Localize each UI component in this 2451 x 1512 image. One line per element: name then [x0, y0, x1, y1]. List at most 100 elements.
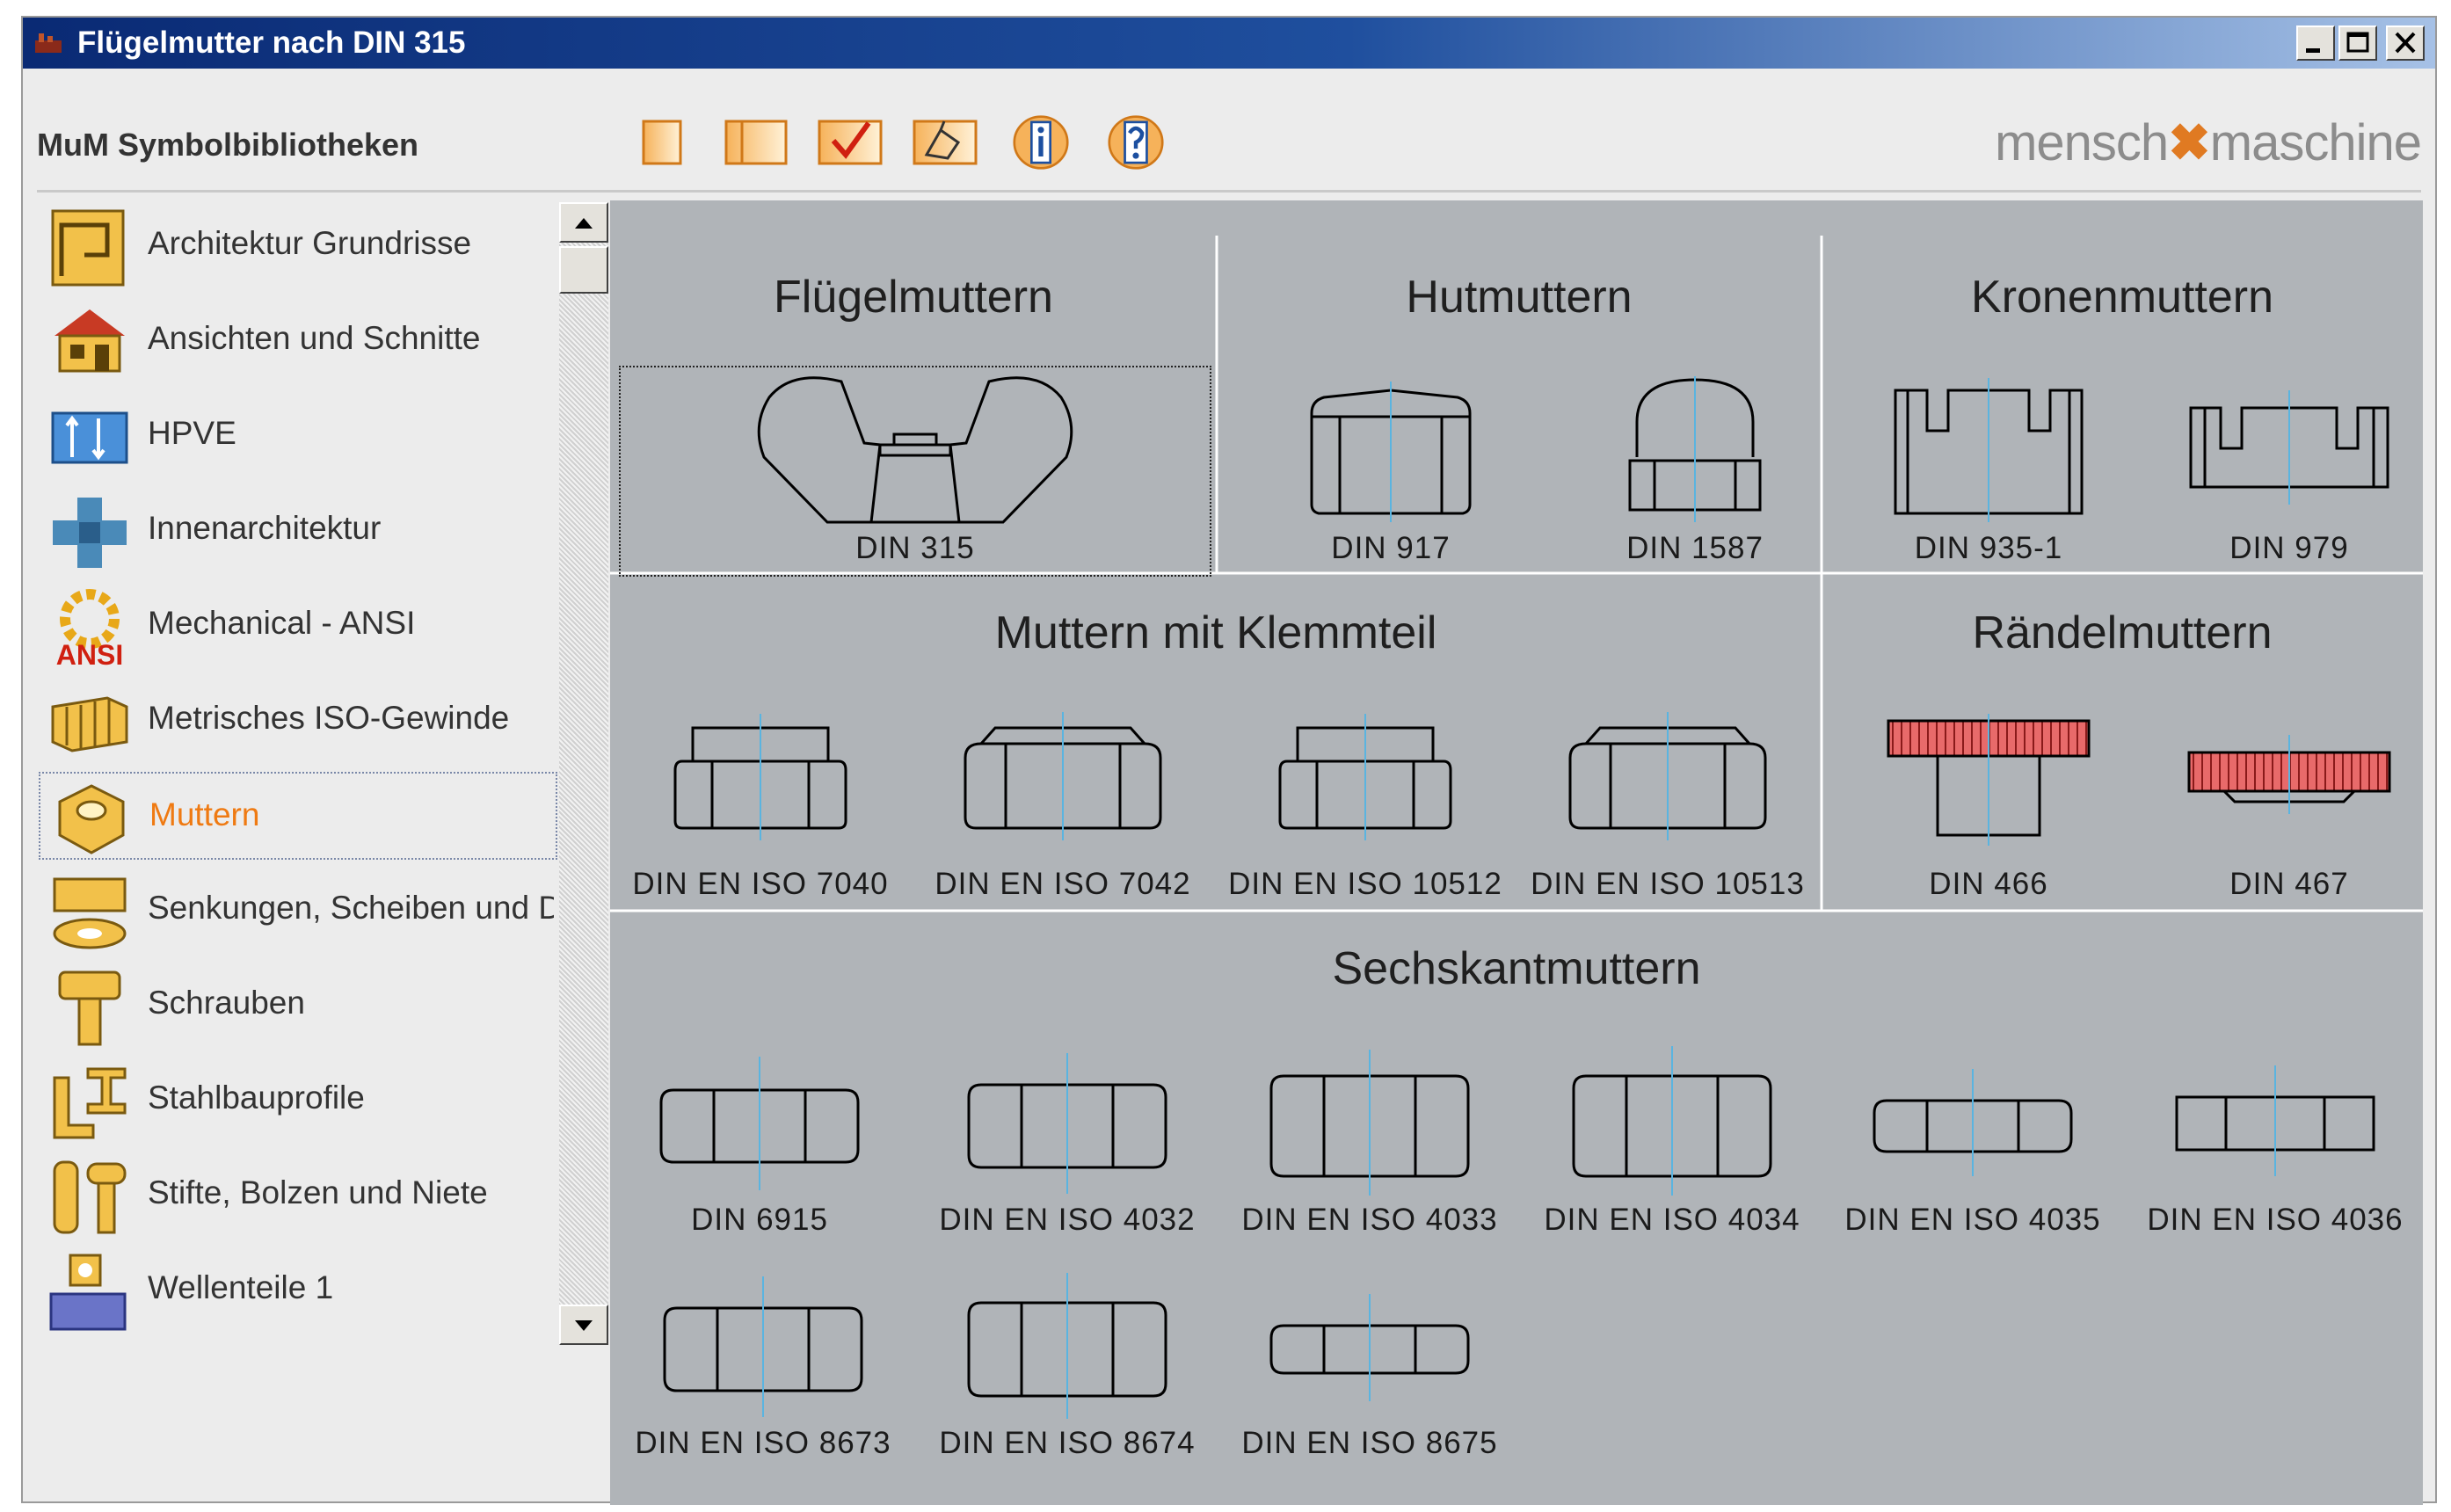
category-item-hpve[interactable]: HPVE — [39, 392, 557, 480]
new-icon[interactable] — [631, 114, 689, 171]
symbol-label: DIN 6915 — [691, 1203, 828, 1237]
symbol-label: DIN EN ISO 7040 — [632, 867, 889, 901]
castle-nut-low-drawing — [2189, 390, 2389, 505]
scroll-down-button[interactable] — [559, 1305, 608, 1345]
help-icon[interactable] — [1101, 114, 1171, 171]
section-title-fluegelmuttern: Flügelmuttern — [774, 272, 1053, 323]
category-item-wellenteile[interactable]: Wellenteile 1 — [39, 1247, 557, 1334]
section-title-klemmteil: Muttern mit Klemmteil — [994, 607, 1437, 658]
hex-nut-drawing — [967, 1053, 1167, 1194]
symbol-din-en-iso-4032[interactable]: DIN EN ISO 4032 — [927, 1044, 1208, 1238]
symbol-din-917[interactable]: DIN 917 — [1259, 373, 1523, 566]
shaft-icon — [49, 1254, 127, 1331]
section-title-sechskantmuttern: Sechskantmuttern — [1332, 943, 1701, 994]
category-item-ansichten[interactable]: Ansichten und Schnitte — [39, 297, 557, 385]
pin-icon — [53, 1160, 127, 1234]
clamp-nut-drawing — [1568, 712, 1767, 840]
category-label: Stahlbauprofile — [148, 1079, 365, 1116]
category-label: Architektur Grundrisse — [148, 225, 472, 261]
symbol-label: DIN EN ISO 8673 — [635, 1426, 891, 1460]
hex-nut-thin-drawing — [1269, 1294, 1470, 1401]
symbol-label: DIN EN ISO 4033 — [1241, 1203, 1498, 1237]
symbol-din-979[interactable]: DIN 979 — [2157, 373, 2421, 566]
logo-x-icon: ✖ — [2168, 114, 2211, 171]
category-item-muttern[interactable]: Muttern — [39, 772, 557, 860]
symbol-din-en-iso-7040[interactable]: DIN EN ISO 7040 — [615, 709, 905, 902]
app-icon — [35, 33, 62, 53]
library-title: MuM Symbolbibliotheken — [37, 127, 419, 163]
thread-icon — [51, 696, 128, 752]
category-item-schrauben[interactable]: Schrauben — [39, 962, 557, 1050]
interior-icon — [53, 498, 127, 568]
category-item-stahlbauprofile[interactable]: Stahlbauprofile — [39, 1057, 557, 1145]
maximize-button[interactable] — [2338, 25, 2377, 61]
close-button[interactable] — [2386, 25, 2425, 61]
nut-icon — [58, 784, 125, 854]
symbol-din-en-iso-10513[interactable]: DIN EN ISO 10513 — [1523, 709, 1813, 902]
category-item-stifte[interactable]: Stifte, Bolzen und Niete — [39, 1152, 557, 1239]
scroll-thumb[interactable] — [559, 246, 608, 294]
category-label: Senkungen, Scheiben und Du — [148, 890, 554, 926]
edit-icon[interactable] — [909, 114, 981, 171]
separator — [37, 190, 2421, 193]
minimize-button[interactable] — [2296, 25, 2335, 61]
hex-nut-drawing — [1269, 1050, 1470, 1196]
symbol-din-935-1[interactable]: DIN 935-1 — [1857, 373, 2120, 566]
category-item-senkungen[interactable]: Senkungen, Scheiben und Du — [39, 867, 557, 955]
screw-icon — [58, 970, 121, 1046]
sidebar-scrollbar[interactable] — [559, 202, 608, 1345]
symbol-label: DIN EN ISO 10512 — [1228, 867, 1502, 901]
symbol-din-en-iso-8675[interactable]: DIN EN ISO 8675 — [1229, 1268, 1510, 1461]
symbol-din-en-iso-4036[interactable]: DIN EN ISO 4036 — [2135, 1044, 2416, 1238]
category-label: Ansichten und Schnitte — [148, 320, 481, 356]
symbol-din-6915[interactable]: DIN 6915 — [628, 1044, 891, 1238]
symbol-din-1587[interactable]: DIN 1587 — [1563, 373, 1827, 566]
symbol-din-467[interactable]: DIN 467 — [2157, 709, 2421, 902]
panel-icon[interactable] — [721, 114, 791, 171]
section-title-raendelmuttern: Rändelmuttern — [1972, 607, 2273, 658]
knurled-flat-nut-drawing — [2187, 735, 2391, 814]
symbol-din-315[interactable]: DIN 315 — [619, 373, 1211, 566]
symbol-label: DIN EN ISO 10513 — [1531, 867, 1805, 901]
hex-nut-thin-drawing — [1873, 1069, 2073, 1176]
symbol-panel: Flügelmuttern Hutmuttern Kronenmuttern M… — [610, 200, 2423, 1505]
hex-nut-square-drawing — [2175, 1065, 2375, 1176]
castle-nut-drawing — [1894, 378, 2084, 522]
checkmark-icon[interactable] — [814, 114, 886, 171]
section-title-hutmuttern: Hutmuttern — [1406, 272, 1633, 323]
category-item-architektur[interactable]: Architektur Grundrisse — [39, 202, 557, 290]
symbol-din-en-iso-7042[interactable]: DIN EN ISO 7042 — [918, 709, 1208, 902]
symbol-din-en-iso-4033[interactable]: DIN EN ISO 4033 — [1229, 1044, 1510, 1238]
section-title-kronenmuttern: Kronenmuttern — [1971, 272, 2273, 323]
category-list: Architektur Grundrisse Ansichten und Sch… — [39, 202, 573, 1345]
category-item-innenarchitektur[interactable]: Innenarchitektur — [39, 487, 557, 575]
category-item-mechanical-ansi[interactable]: ANSI Mechanical - ANSI — [39, 582, 557, 670]
clamp-nut-drawing — [1278, 714, 1452, 840]
app-window: Flügelmutter nach DIN 315 MuM Symbolbibl… — [21, 16, 2437, 1505]
symbol-din-en-iso-4035[interactable]: DIN EN ISO 4035 — [1832, 1044, 2113, 1238]
hex-nut-drawing — [659, 1057, 860, 1190]
symbol-label: DIN 917 — [1331, 531, 1451, 565]
symbol-din-466[interactable]: DIN 466 — [1857, 709, 2120, 902]
symbol-din-en-iso-10512[interactable]: DIN EN ISO 10512 — [1220, 709, 1510, 902]
hpve-icon — [51, 411, 128, 464]
category-label: Schrauben — [148, 985, 305, 1021]
symbol-din-en-iso-8674[interactable]: DIN EN ISO 8674 — [927, 1268, 1208, 1461]
scroll-up-button[interactable] — [559, 202, 608, 243]
info-icon[interactable] — [1006, 114, 1076, 171]
symbol-label: DIN 979 — [2229, 531, 2349, 565]
title-bar[interactable]: Flügelmutter nach DIN 315 — [23, 18, 2435, 69]
ansi-gear-icon: ANSI — [56, 589, 123, 670]
ansi-badge: ANSI — [56, 639, 123, 670]
category-label: Metrisches ISO-Gewinde — [148, 700, 510, 736]
clamp-nut-drawing — [964, 712, 1162, 840]
symbol-din-en-iso-8673[interactable]: DIN EN ISO 8673 — [622, 1268, 904, 1461]
steel-profile-icon — [53, 1067, 127, 1139]
symbol-din-en-iso-4034[interactable]: DIN EN ISO 4034 — [1531, 1044, 1813, 1238]
knurled-nut-drawing — [1887, 714, 2091, 846]
category-item-iso-gewinde[interactable]: Metrisches ISO-Gewinde — [39, 677, 557, 765]
category-label: Stifte, Bolzen und Niete — [148, 1174, 488, 1210]
symbol-label: DIN 466 — [1929, 867, 2048, 901]
dome-cap-nut-drawing — [1628, 376, 1762, 522]
symbol-label: DIN EN ISO 4034 — [1544, 1203, 1800, 1237]
